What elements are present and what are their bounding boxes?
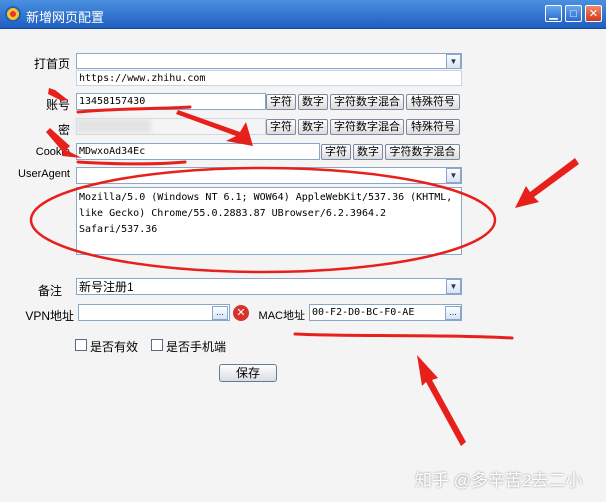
- cookie-char-button[interactable]: 字符: [321, 144, 351, 160]
- window-title: 新增网页配置: [26, 10, 105, 25]
- useragent-label: UserAgent: [18, 168, 70, 180]
- mac-input[interactable]: 00-F2-D0-BC-F0-AE: [309, 304, 462, 321]
- vpn-clear-icon[interactable]: ✕: [233, 305, 249, 321]
- note-label: 备注: [37, 284, 62, 298]
- close-button[interactable]: ✕: [585, 5, 602, 22]
- account-char-button[interactable]: 字符: [266, 94, 296, 110]
- cookie-underline: [76, 160, 187, 166]
- useragent-select[interactable]: [76, 167, 462, 184]
- password-mixed-button[interactable]: 字符数字混合: [330, 119, 404, 135]
- account-label: 账号: [45, 98, 70, 112]
- useragent-dropdown-icon[interactable]: ▼: [446, 168, 461, 183]
- account-mixed-button[interactable]: 字符数字混合: [330, 94, 404, 110]
- mac-underline: [293, 332, 514, 340]
- homepage-url: https://www.zhihu.com: [76, 70, 462, 86]
- mobile-checkbox[interactable]: [151, 339, 163, 351]
- valid-checkbox[interactable]: [75, 339, 87, 351]
- arrow-mac: [417, 355, 466, 446]
- password-special-button[interactable]: 特殊符号: [406, 119, 460, 135]
- mac-label: MAC地址: [258, 310, 305, 322]
- valid-label: 是否有效: [90, 340, 139, 354]
- cookie-digit-button[interactable]: 数字: [353, 144, 383, 160]
- mac-browse-button[interactable]: ...: [445, 306, 461, 320]
- cookie-mixed-button[interactable]: 字符数字混合: [385, 144, 460, 160]
- vpn-label: VPN地址: [25, 309, 74, 323]
- password-redaction: [76, 119, 151, 133]
- account-digit-button[interactable]: 数字: [298, 94, 328, 110]
- vpn-input[interactable]: [78, 304, 230, 321]
- homepage-dropdown-icon[interactable]: ▼: [446, 54, 461, 69]
- homepage-label: 打首页: [33, 57, 70, 71]
- minimize-button[interactable]: ▁: [545, 5, 562, 22]
- cookie-input[interactable]: MDwxoAd34Ec: [76, 143, 320, 160]
- arrow-useragent: [515, 158, 579, 208]
- note-dropdown-icon[interactable]: ▼: [446, 279, 461, 294]
- maximize-button[interactable]: □: [565, 5, 582, 22]
- mobile-label: 是否手机端: [166, 340, 227, 354]
- password-label: 密: [57, 123, 70, 137]
- homepage-select[interactable]: 知乎: [76, 53, 462, 69]
- cookie-label: Cookie: [35, 146, 70, 158]
- useragent-textarea[interactable]: Mozilla/5.0 (Windows NT 6.1; WOW64) Appl…: [76, 187, 462, 255]
- password-char-button[interactable]: 字符: [266, 119, 296, 135]
- watermark: 知乎 @多辛苦2去二小: [415, 471, 583, 490]
- account-input[interactable]: 13458157430: [76, 93, 266, 110]
- save-button[interactable]: 保存: [219, 364, 277, 382]
- vpn-browse-button[interactable]: ...: [212, 306, 228, 320]
- title-bar: 新增网页配置 ▁ □ ✕: [0, 0, 606, 29]
- password-digit-button[interactable]: 数字: [298, 119, 328, 135]
- homepage-select-value: 知乎: [86, 68, 446, 69]
- account-special-button[interactable]: 特殊符号: [406, 94, 460, 110]
- note-select[interactable]: 新号注册1: [76, 278, 462, 295]
- app-logo-icon: [5, 6, 21, 22]
